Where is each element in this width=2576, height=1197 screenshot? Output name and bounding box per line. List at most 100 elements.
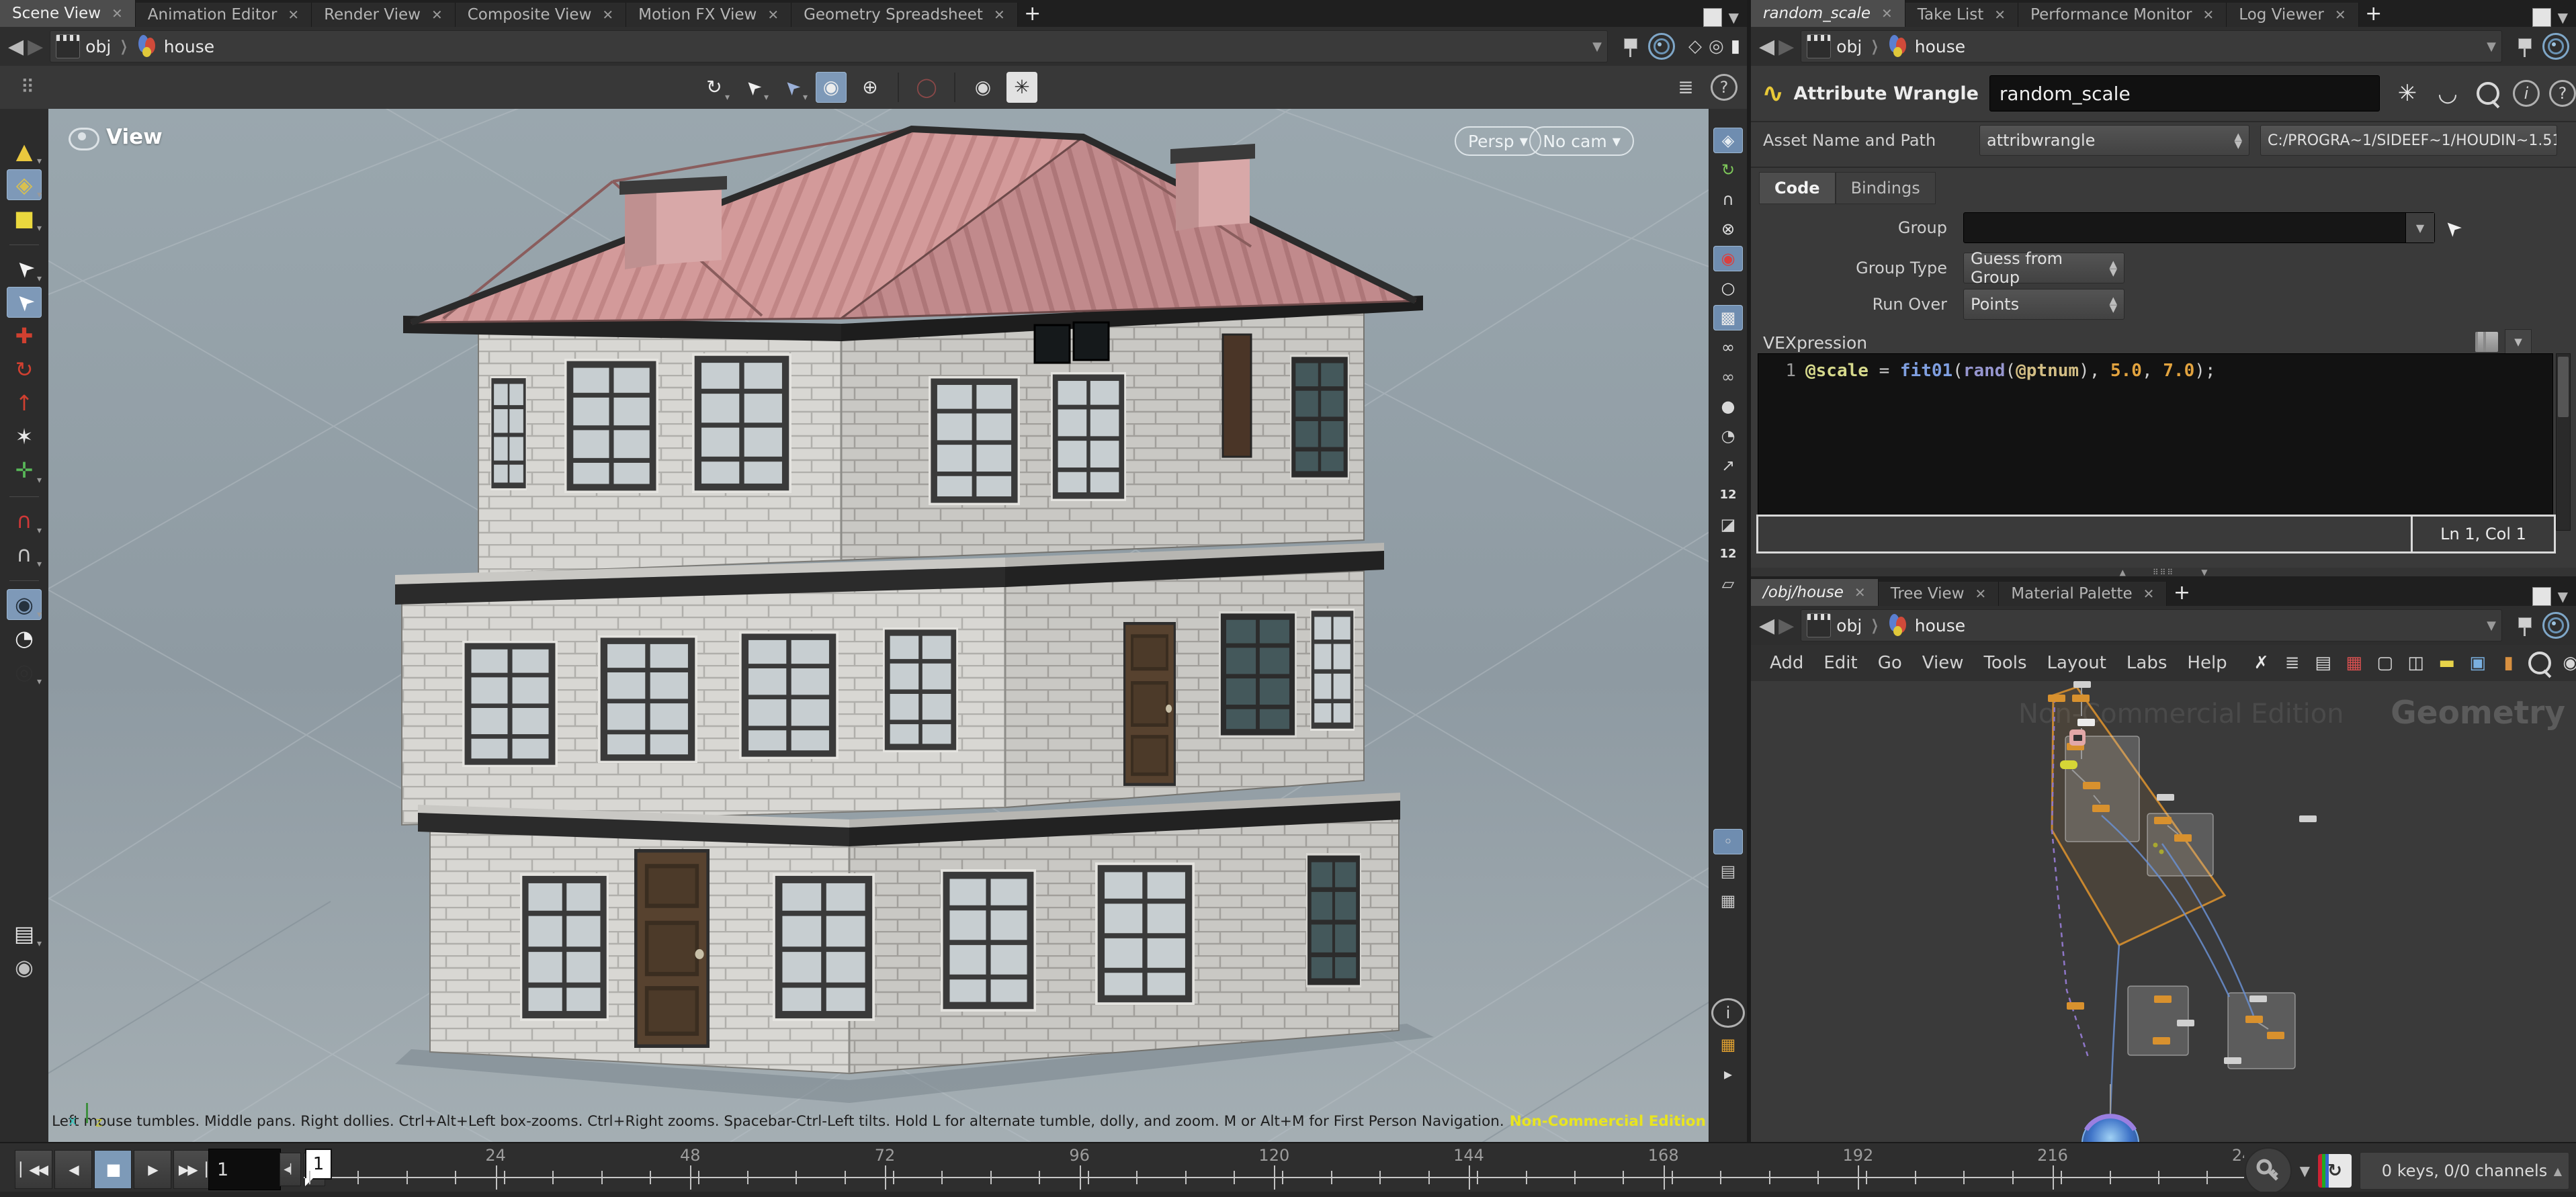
menu-go[interactable]: Go — [1878, 653, 1902, 673]
menu-view[interactable]: View — [1922, 653, 1964, 673]
list-icon[interactable]: ▤ — [2309, 649, 2337, 677]
tab-code[interactable]: Code — [1759, 172, 1836, 204]
flipbook-icon[interactable]: ◉ — [968, 72, 998, 103]
render-ring-icon[interactable]: ◯ — [911, 72, 942, 103]
fast-forward-icon[interactable]: ▶▶▕ — [173, 1150, 211, 1189]
key-options-caret-icon[interactable]: ▼ — [2300, 1163, 2310, 1179]
pane-menu-caret-icon[interactable]: ▼ — [1729, 9, 1739, 26]
new-tab-icon[interactable]: + — [2359, 0, 2389, 27]
vertex-marker-icon[interactable]: ◦ — [1713, 829, 1743, 854]
template-icon[interactable]: ▦ — [1713, 888, 1743, 914]
lock-display-icon[interactable]: ∩ — [1713, 187, 1743, 212]
path-root[interactable]: obj — [1836, 616, 1862, 635]
forward-icon[interactable]: ▶ — [1778, 35, 1794, 58]
move-tool-icon[interactable]: ➤▾ — [777, 72, 808, 103]
pin-icon[interactable] — [2516, 613, 2536, 637]
back-icon[interactable]: ◀ — [8, 35, 24, 58]
tab-log-viewer[interactable]: Log Viewer✕ — [2227, 3, 2358, 27]
pane-menu-caret-icon[interactable]: ▼ — [2558, 9, 2568, 26]
asset-box-icon[interactable]: ▮ — [2495, 649, 2523, 677]
path-dropdown-icon[interactable]: ▼ — [1592, 40, 1602, 54]
pose-icon[interactable]: ✶ — [7, 421, 42, 452]
pin-icon[interactable] — [2516, 34, 2536, 58]
point-normal-icon[interactable]: ↗ — [1713, 453, 1743, 478]
link-sphere-icon[interactable]: ◎ — [1709, 36, 1724, 56]
scene-path-field[interactable]: obj ❯ house ▼ — [50, 30, 1608, 62]
tab--obj-house[interactable]: /obj/house✕ — [1751, 579, 1879, 606]
forward-icon[interactable]: ▶ — [28, 35, 43, 58]
info-display-icon[interactable]: i — [1711, 998, 1745, 1028]
frame-selection-icon[interactable]: ⊕ — [855, 72, 886, 103]
menu-layout[interactable]: Layout — [2047, 653, 2106, 673]
pane-maximize-icon[interactable] — [1703, 8, 1722, 27]
wrangle-node-icon[interactable]: ∿ — [1762, 78, 1785, 109]
pane-splitter[interactable]: ▲⠿⠿⠿▼ — [1751, 568, 2576, 576]
close-icon[interactable]: ✕ — [112, 5, 123, 21]
menu-labs[interactable]: Labs — [2127, 653, 2167, 673]
close-icon[interactable]: ✕ — [288, 7, 299, 23]
back-icon[interactable]: ◀ — [1759, 614, 1774, 637]
menu-edit[interactable]: Edit — [1823, 653, 1857, 673]
tab-random-scale[interactable]: random_scale✕ — [1751, 0, 1905, 27]
view-tool-icon[interactable]: ↻▾ — [699, 72, 730, 103]
box-display-icon[interactable]: ■▾ — [7, 203, 42, 234]
play-icon[interactable]: ▶ — [134, 1150, 171, 1189]
step-back-icon[interactable]: ◀▏ — [280, 1153, 301, 1186]
viewport-3d[interactable]: View Persp▼ No cam▼ Left mouse tumbles. … — [48, 109, 1709, 1142]
channels-info[interactable]: 0 keys, 0/0 channels ▲ — [2360, 1152, 2569, 1190]
run-over-dropdown[interactable]: Points ▲▼ — [1963, 289, 2124, 320]
path-root[interactable]: obj — [85, 37, 111, 56]
viewport-help-icon[interactable]: ? — [1711, 74, 1737, 101]
sticky-note-icon[interactable]: ▬ — [2433, 649, 2461, 677]
tab-animation-editor[interactable]: Animation Editor✕ — [136, 3, 312, 27]
tab-render-view[interactable]: Render View✕ — [312, 3, 456, 27]
tools-icon[interactable]: ✗ — [2247, 649, 2276, 677]
pane-menu-caret-icon[interactable]: ▼ — [2558, 588, 2568, 605]
ortho-grid-icon[interactable]: ▦ — [1713, 1032, 1743, 1057]
display-options-icon[interactable]: ≣ — [1670, 72, 1701, 103]
lens-icon[interactable]: ◎▾ — [7, 656, 42, 687]
pane-maximize-icon[interactable] — [2532, 8, 2551, 27]
pane-grip-icon[interactable]: ⠿ — [12, 72, 43, 103]
prim-marker-icon[interactable]: ◪ — [1713, 512, 1743, 537]
tab-motion-fx-view[interactable]: Motion FX View✕ — [626, 3, 791, 27]
film-reel-icon[interactable]: ◉ — [7, 952, 42, 983]
menu-tools[interactable]: Tools — [1983, 653, 2026, 673]
tab-take-list[interactable]: Take List✕ — [1905, 3, 2018, 27]
perspective-selector[interactable]: Persp▼ — [1455, 126, 1541, 156]
group-type-dropdown[interactable]: Guess from Group ▲▼ — [1963, 253, 2124, 283]
translate-icon[interactable]: ✚ — [7, 320, 42, 351]
vex-code-editor[interactable]: 1 @scale = fit01(rand(@ptnum), 5.0, 7.0)… — [1758, 353, 2553, 531]
close-icon[interactable]: ✕ — [767, 7, 779, 23]
group-dropdown-icon[interactable]: ▼ — [2405, 213, 2434, 242]
language-toggle-icon[interactable] — [2475, 332, 2498, 352]
info-icon[interactable]: i — [2513, 80, 2540, 107]
viewport-settings-icon[interactable]: ✳ — [1006, 72, 1037, 103]
current-frame-field[interactable]: 1 — [208, 1149, 281, 1190]
group-input[interactable]: ▼ — [1963, 212, 2435, 243]
close-icon[interactable]: ✕ — [2335, 7, 2346, 23]
path-dropdown-icon[interactable]: ▼ — [2487, 40, 2496, 54]
close-icon[interactable]: ✕ — [994, 7, 1005, 23]
path-node[interactable]: house — [164, 37, 214, 56]
orbit-plane-icon[interactable]: ↻ — [1713, 157, 1743, 183]
view-cone-icon[interactable]: ▸ — [1713, 1061, 1743, 1087]
headlight-icon[interactable]: ◉ — [1713, 246, 1743, 271]
select-arrow-icon[interactable]: ➤▾ — [7, 253, 42, 284]
marquee-icon[interactable]: ▢ — [2371, 649, 2399, 677]
close-icon[interactable]: ✕ — [1994, 7, 2006, 23]
play-reverse-icon[interactable]: ◀ — [54, 1150, 92, 1189]
asset-type-dropdown[interactable]: attribwrangle ▲▼ — [1979, 125, 2249, 156]
tab-bindings[interactable]: Bindings — [1836, 172, 1936, 204]
flipbook-notes-icon[interactable]: ▤▾ — [7, 918, 42, 949]
grid-plane-icon[interactable]: ◈ — [1713, 128, 1743, 153]
menu-add[interactable]: Add — [1770, 653, 1803, 673]
visibility-icon[interactable]: ◉ — [2557, 649, 2576, 677]
back-icon[interactable]: ◀ — [1759, 35, 1774, 58]
rotate-icon[interactable]: ↻ — [7, 354, 42, 385]
path-dropdown-icon[interactable]: ▼ — [2487, 619, 2496, 633]
scale-icon[interactable]: ↑ — [7, 388, 42, 418]
follow-target-icon[interactable] — [1648, 33, 1675, 60]
close-icon[interactable]: ✕ — [602, 7, 613, 23]
find-icon[interactable] — [2526, 649, 2554, 677]
